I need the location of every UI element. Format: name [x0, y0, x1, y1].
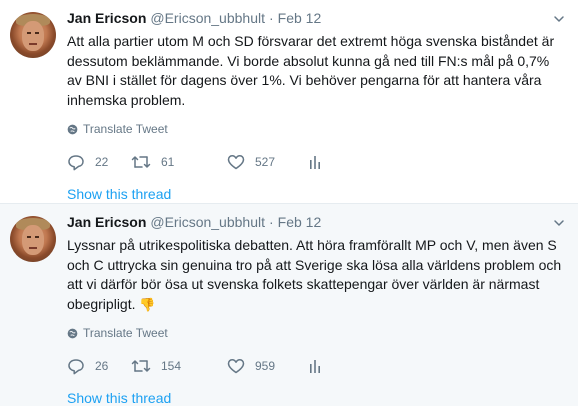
avatar[interactable]: [10, 216, 56, 262]
avatar-eye: [27, 236, 31, 238]
tweet-date[interactable]: Feb 12: [278, 214, 322, 230]
tweet-text: Lyssnar på utrikespolitiska debatten. At…: [67, 236, 567, 314]
avatar-eye: [35, 32, 39, 34]
thumbs-down-emoji: 👎: [139, 296, 156, 312]
like-count: 959: [255, 359, 276, 373]
avatar[interactable]: [10, 12, 56, 58]
avatar-eye: [27, 32, 31, 34]
retweet-button[interactable]: 154: [131, 358, 227, 374]
translate-tweet-link[interactable]: Translate Tweet: [67, 122, 564, 136]
retweet-button[interactable]: 61: [131, 154, 227, 170]
tweet[interactable]: Jan Ericson @Ericson_ubbhult · Feb 12 Ly…: [0, 203, 578, 406]
author-name[interactable]: Jan Ericson: [67, 214, 146, 230]
avatar-mouth: [29, 43, 37, 45]
tweet-header: Jan Ericson @Ericson_ubbhult · Feb 12: [67, 10, 564, 28]
chevron-down-icon[interactable]: [552, 12, 566, 26]
retweet-icon: [131, 360, 151, 372]
retweet-count: 61: [161, 155, 175, 169]
like-button[interactable]: 959: [227, 358, 309, 374]
analytics-button[interactable]: [309, 358, 321, 374]
show-thread-link[interactable]: Show this thread: [67, 186, 564, 202]
globe-icon: [67, 124, 78, 134]
show-thread-link[interactable]: Show this thread: [67, 390, 564, 406]
tweet[interactable]: Jan Ericson @Ericson_ubbhult · Feb 12 At…: [0, 0, 578, 203]
retweet-icon: [131, 156, 151, 168]
heart-icon: [227, 155, 245, 170]
heart-icon: [227, 359, 245, 374]
translate-label: Translate Tweet: [83, 326, 168, 340]
author-name[interactable]: Jan Ericson: [67, 10, 146, 26]
like-button[interactable]: 527: [227, 154, 309, 170]
avatar-face: [22, 21, 44, 51]
tweet-actions: 26 154 959: [67, 357, 564, 375]
analytics-icon: [310, 360, 320, 373]
author-handle[interactable]: @Ericson_ubbhult: [150, 214, 265, 230]
like-count: 527: [255, 155, 276, 169]
tweet-header: Jan Ericson @Ericson_ubbhult · Feb 12: [67, 214, 564, 232]
reply-icon: [68, 358, 84, 374]
separator-dot: ·: [269, 214, 274, 230]
avatar-mouth: [29, 247, 37, 249]
reply-button[interactable]: 22: [67, 154, 131, 171]
avatar-eye: [35, 236, 39, 238]
reply-button[interactable]: 26: [67, 358, 131, 375]
author-handle[interactable]: @Ericson_ubbhult: [150, 10, 265, 26]
translate-label: Translate Tweet: [83, 122, 168, 136]
globe-icon: [67, 328, 78, 338]
reply-icon: [68, 154, 84, 170]
chevron-down-icon[interactable]: [552, 216, 566, 230]
reply-count: 22: [95, 155, 109, 169]
translate-tweet-link[interactable]: Translate Tweet: [67, 326, 564, 340]
separator-dot: ·: [269, 10, 274, 26]
analytics-icon: [310, 156, 320, 169]
tweet-text: Att alla partier utom M och SD försvarar…: [67, 33, 555, 108]
tweet-actions: 22 61 527: [67, 153, 564, 171]
reply-count: 26: [95, 359, 109, 373]
tweet-date[interactable]: Feb 12: [278, 10, 322, 26]
retweet-count: 154: [161, 359, 182, 373]
analytics-button[interactable]: [309, 154, 321, 170]
avatar-face: [22, 225, 44, 255]
